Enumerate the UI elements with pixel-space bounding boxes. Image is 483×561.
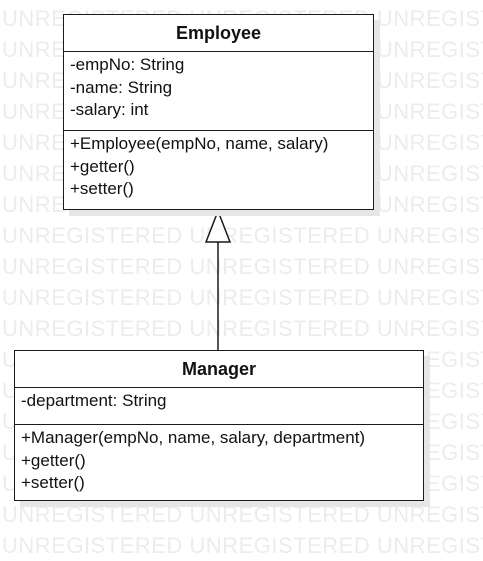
- operation: +Employee(empNo, name, salary): [70, 134, 329, 153]
- operation: +Manager(empNo, name, salary, department…: [21, 428, 366, 447]
- class-name: Manager: [15, 351, 423, 388]
- employee-class[interactable]: Employee -empNo: String -name: String -s…: [63, 14, 374, 210]
- operations-compartment: +Manager(empNo, name, salary, department…: [15, 424, 423, 499]
- operation: +getter(): [70, 156, 135, 176]
- operation: +setter(): [21, 473, 85, 492]
- operation: +setter(): [70, 179, 134, 198]
- manager-class[interactable]: Manager -department: String +Manager(emp…: [14, 350, 424, 501]
- attributes-compartment: -empNo: String -name: String -salary: in…: [64, 52, 373, 130]
- attribute: -department: String: [21, 391, 167, 410]
- attribute: -salary: int: [70, 100, 149, 119]
- attribute: -empNo: String: [70, 55, 185, 74]
- generalization-arrowhead: [204, 208, 232, 243]
- attribute: -name: String: [70, 77, 173, 97]
- attributes-compartment: -department: String: [15, 388, 423, 424]
- operations-compartment: +Employee(empNo, name, salary) +getter()…: [64, 130, 373, 205]
- operation: +getter(): [21, 450, 86, 470]
- class-name: Employee: [64, 15, 373, 52]
